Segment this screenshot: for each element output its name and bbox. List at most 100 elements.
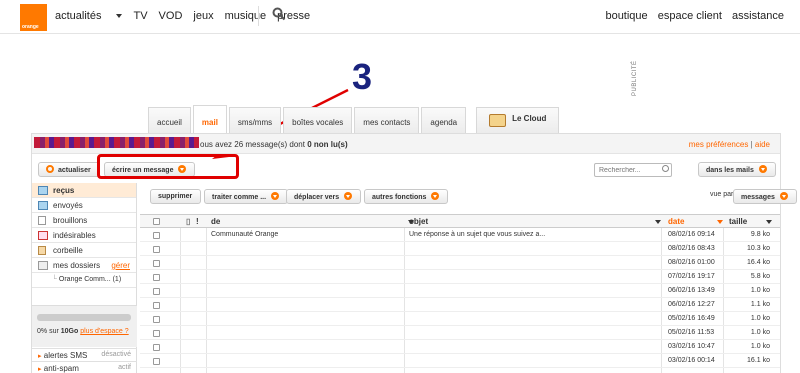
refresh-label: actualiser bbox=[58, 166, 91, 174]
antispam-label: anti-spam bbox=[43, 364, 79, 373]
table-row[interactable]: 05/02/16 16:49 1.0 ko bbox=[140, 313, 780, 326]
nav-tv[interactable]: TV bbox=[133, 10, 147, 22]
table-row[interactable]: 03/02/16 00:14 16.1 ko bbox=[140, 355, 780, 368]
tab-boites-vocales[interactable]: boîtes vocales bbox=[283, 107, 353, 133]
row-checkbox[interactable] bbox=[153, 358, 160, 365]
folder-indesirables[interactable]: indésirables bbox=[32, 228, 136, 243]
search-input[interactable] bbox=[594, 163, 672, 177]
table-row[interactable]: 06/02/16 13:49 1.0 ko bbox=[140, 285, 780, 298]
delete-button[interactable]: supprimer bbox=[150, 189, 202, 204]
row-checkbox[interactable] bbox=[153, 302, 160, 309]
table-row[interactable]: 06/02/16 12:27 1.1 ko bbox=[140, 299, 780, 312]
row-checkbox[interactable] bbox=[153, 330, 160, 337]
link-separator: | bbox=[750, 140, 753, 149]
folder-icon bbox=[38, 261, 48, 270]
date-column-header[interactable]: date bbox=[668, 217, 684, 226]
tab-sms-mms[interactable]: sms/mms bbox=[228, 107, 282, 133]
nav-vod[interactable]: VOD bbox=[159, 10, 183, 22]
nav-assistance[interactable]: assistance bbox=[732, 10, 784, 22]
unread-count: 0 non lu(s) bbox=[307, 140, 348, 149]
mark-as-button[interactable]: traiter comme ... bbox=[204, 189, 289, 204]
tab-mes-contacts[interactable]: mes contacts bbox=[354, 107, 420, 133]
antispam-option[interactable]: ▸ anti-spam actif bbox=[32, 361, 137, 373]
folder-recus[interactable]: reçus bbox=[32, 183, 136, 198]
more-space-link[interactable]: plus d'espace ? bbox=[80, 328, 128, 335]
dropdown-arrow-icon bbox=[779, 192, 788, 200]
more-actions-button[interactable]: autres fonctions bbox=[364, 189, 449, 204]
subfolder-orange-comm[interactable]: └ Orange Comm... (1) bbox=[32, 273, 136, 288]
attachment-column-icon[interactable]: ▯ bbox=[186, 217, 190, 226]
size-column-header[interactable]: taille bbox=[729, 217, 747, 226]
sms-alerts-option[interactable]: ▸ alertes SMS désactivé bbox=[32, 348, 137, 361]
folder-label: indésirables bbox=[53, 231, 96, 240]
table-row[interactable]: Communauté Orange Une réponse à un sujet … bbox=[140, 229, 780, 242]
mail-table-header: ▯ ! de objet date taille bbox=[140, 214, 780, 228]
nav-actualites-label: actualités bbox=[55, 10, 102, 22]
subject-sort-arrow-icon[interactable] bbox=[651, 217, 661, 226]
top-bar: orange actualités TV VOD jeux musique pr… bbox=[0, 0, 800, 34]
table-row[interactable]: 08/02/16 08:43 10.3 ko bbox=[140, 243, 780, 256]
date-column-label: date bbox=[668, 217, 685, 226]
account-nav: boutique espace client assistance bbox=[598, 10, 784, 22]
nav-espace-client[interactable]: espace client bbox=[658, 10, 722, 22]
table-row[interactable]: 07/02/16 19:17 5.8 ko bbox=[140, 271, 780, 284]
table-row[interactable]: 08/02/16 01:00 16.4 ko bbox=[140, 257, 780, 270]
quota-used: 0% bbox=[37, 328, 48, 335]
priority-column-icon[interactable]: ! bbox=[196, 217, 199, 226]
size-sort-arrow-icon[interactable] bbox=[762, 217, 772, 226]
view-mode-select[interactable]: messages bbox=[733, 189, 797, 204]
search-scope-label: dans les mails bbox=[706, 166, 754, 174]
date-sort-arrow-icon[interactable] bbox=[713, 217, 723, 226]
quota-text: 0% sur 10Go plus d'espace ? bbox=[37, 328, 129, 335]
search-icon[interactable] bbox=[272, 7, 286, 21]
arrow-right-icon: ▸ bbox=[38, 366, 42, 373]
preferences-link[interactable]: mes préférences bbox=[689, 140, 749, 149]
search-icon[interactable] bbox=[662, 165, 669, 172]
row-checkbox[interactable] bbox=[153, 246, 160, 253]
nav-musique[interactable]: musique bbox=[225, 10, 267, 22]
select-all-checkbox[interactable] bbox=[153, 218, 160, 225]
folder-corbeille[interactable]: corbeille bbox=[32, 243, 136, 258]
from-column-header[interactable]: de bbox=[211, 217, 220, 226]
nav-jeux[interactable]: jeux bbox=[193, 10, 213, 22]
refresh-button[interactable]: actualiser bbox=[38, 162, 100, 177]
message-date: 08/02/16 09:14 bbox=[668, 231, 715, 238]
folder-mes-dossiers[interactable]: mes dossiers gérer bbox=[32, 258, 136, 273]
nav-boutique[interactable]: boutique bbox=[605, 10, 647, 22]
subject-column-header[interactable]: objet bbox=[409, 217, 428, 226]
tab-mail[interactable]: mail bbox=[192, 105, 227, 133]
folder-envoyes[interactable]: envoyés bbox=[32, 198, 136, 213]
row-checkbox[interactable] bbox=[153, 260, 160, 267]
table-row[interactable]: 03/02/16 10:47 1.0 ko bbox=[140, 341, 780, 354]
search-scope-select[interactable]: dans les mails bbox=[698, 162, 776, 177]
row-checkbox[interactable] bbox=[153, 288, 160, 295]
table-row[interactable]: 05/02/16 11:53 1.0 ko bbox=[140, 327, 780, 340]
message-size: 9.8 ko bbox=[750, 231, 770, 238]
tab-agenda[interactable]: agenda bbox=[421, 107, 467, 133]
row-checkbox[interactable] bbox=[153, 344, 160, 351]
tab-le-cloud[interactable]: Le Cloud bbox=[476, 107, 560, 133]
help-link[interactable]: aide bbox=[755, 140, 770, 149]
message-count: ous avez 26 message(s) dont 0 non lu(s) bbox=[200, 140, 348, 149]
draft-icon bbox=[38, 216, 46, 225]
inbox-icon bbox=[38, 186, 48, 195]
message-from: Communauté Orange bbox=[211, 231, 279, 238]
message-size: 5.8 ko bbox=[750, 273, 770, 280]
row-checkbox[interactable] bbox=[153, 316, 160, 323]
cloud-icon bbox=[489, 114, 507, 127]
move-to-button[interactable]: déplacer vers bbox=[286, 189, 362, 204]
message-size: 1.0 ko bbox=[750, 343, 770, 350]
view-mode-label: messages bbox=[741, 193, 775, 201]
refresh-icon bbox=[46, 165, 54, 173]
service-tabs: accueil mail sms/mms boîtes vocales mes … bbox=[148, 105, 561, 133]
nav-actualites[interactable]: actualités bbox=[55, 10, 123, 22]
orange-logo[interactable]: orange bbox=[20, 4, 47, 31]
row-checkbox[interactable] bbox=[153, 274, 160, 281]
folder-brouillons[interactable]: brouillons bbox=[32, 213, 136, 228]
tab-accueil[interactable]: accueil bbox=[148, 107, 191, 133]
quota-total: 10Go bbox=[60, 328, 79, 335]
quota-of: sur bbox=[49, 328, 59, 335]
folder-label: brouillons bbox=[53, 216, 88, 225]
row-checkbox[interactable] bbox=[153, 232, 160, 239]
manage-folders-link[interactable]: gérer bbox=[111, 261, 130, 270]
